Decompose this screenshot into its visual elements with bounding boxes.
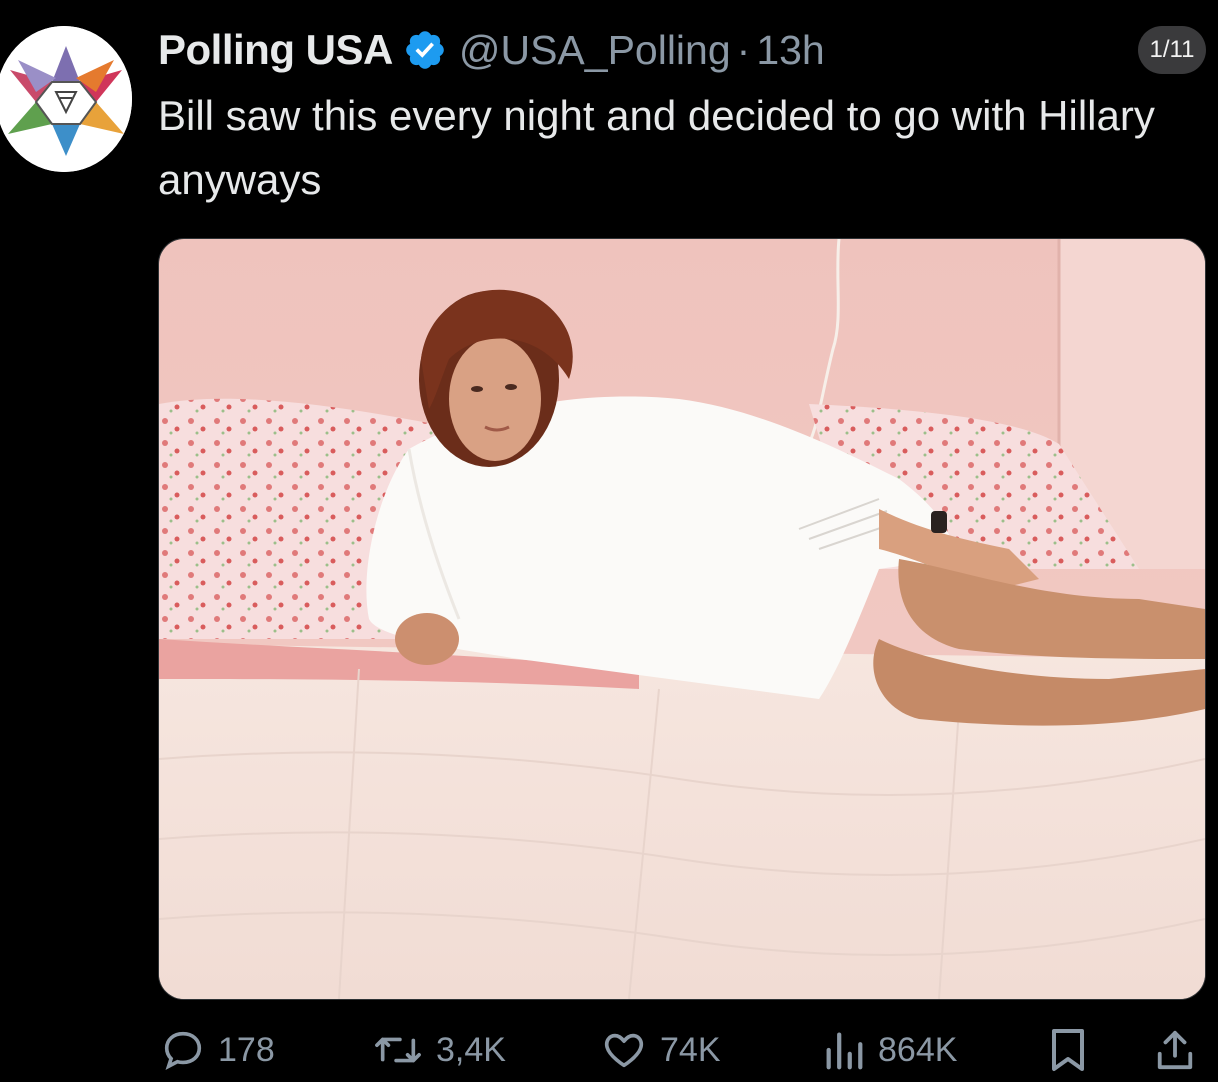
bookmark-button[interactable] bbox=[1048, 1028, 1100, 1072]
retweet-icon bbox=[372, 1027, 424, 1073]
verified-badge-icon bbox=[403, 28, 447, 72]
like-count: 74K bbox=[660, 1030, 721, 1069]
page-indicator-badge: 1/11 bbox=[1138, 26, 1206, 74]
reply-icon bbox=[160, 1027, 206, 1073]
share-button[interactable] bbox=[1154, 1028, 1208, 1072]
tweet-photo[interactable] bbox=[158, 238, 1206, 1000]
tweet: Polling USA @USA_Polling · 13h 1/11 Bill… bbox=[0, 0, 1218, 1082]
views-button[interactable]: 864K bbox=[822, 1028, 957, 1072]
tweet-timestamp[interactable]: 13h bbox=[756, 27, 824, 74]
share-icon bbox=[1154, 1026, 1196, 1074]
profile-avatar[interactable] bbox=[0, 26, 132, 172]
separator-dot: · bbox=[736, 26, 751, 73]
reply-count: 178 bbox=[218, 1030, 275, 1069]
author-handle[interactable]: @USA_Polling bbox=[459, 27, 731, 74]
heart-icon bbox=[600, 1027, 648, 1073]
tweet-action-bar: 178 3,4K 74K 864K bbox=[158, 1018, 1208, 1082]
reply-button[interactable]: 178 bbox=[160, 1028, 275, 1072]
tweet-text: Bill saw this every night and decided to… bbox=[158, 92, 1155, 203]
like-button[interactable]: 74K bbox=[600, 1028, 721, 1072]
author-display-name[interactable]: Polling USA bbox=[158, 26, 393, 74]
star-logo-icon bbox=[0, 26, 132, 172]
retweet-button[interactable]: 3,4K bbox=[372, 1028, 506, 1072]
analytics-bar-icon bbox=[822, 1027, 866, 1073]
bookmark-icon bbox=[1048, 1026, 1088, 1074]
photo-image bbox=[159, 239, 1205, 999]
retweet-count: 3,4K bbox=[436, 1030, 506, 1069]
view-count: 864K bbox=[878, 1030, 958, 1069]
tweet-header: Polling USA @USA_Polling · 13h bbox=[158, 22, 825, 78]
